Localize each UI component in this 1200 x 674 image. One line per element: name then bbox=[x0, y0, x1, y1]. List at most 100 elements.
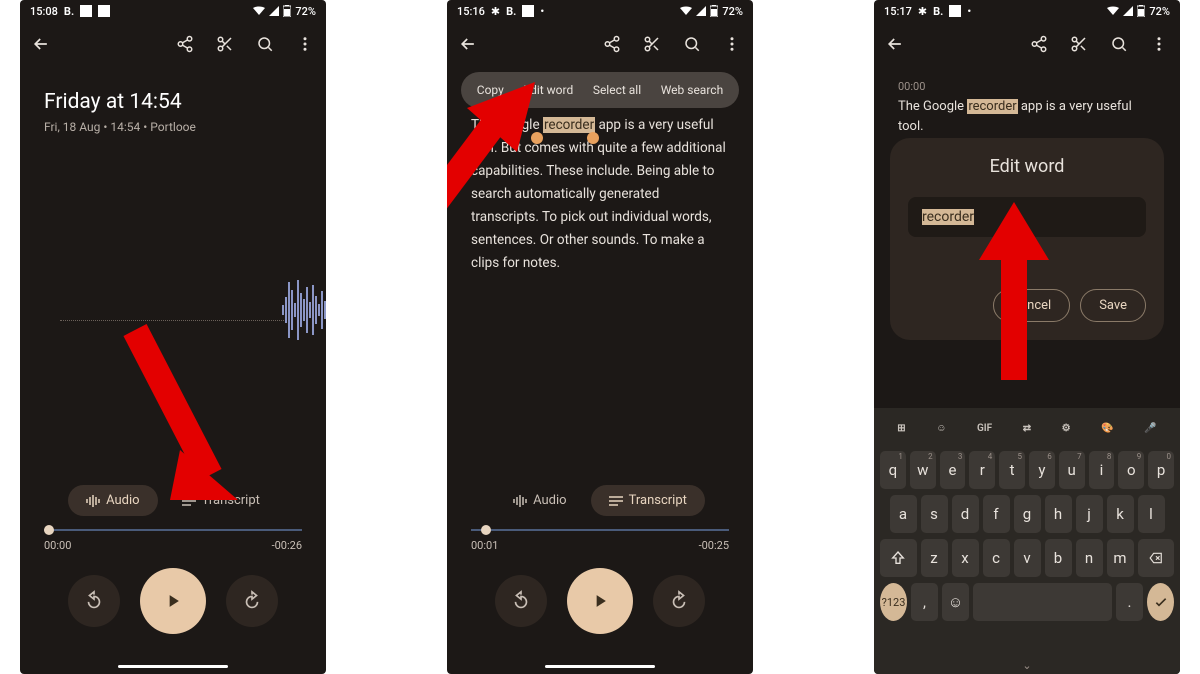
key-y[interactable]: y6 bbox=[1029, 451, 1055, 489]
more-icon[interactable] bbox=[721, 33, 743, 55]
transcript-timecode: 00:00 bbox=[874, 66, 1180, 97]
key-k[interactable]: k bbox=[1107, 495, 1134, 533]
emoji-key[interactable]: ☺ bbox=[942, 583, 969, 621]
key-c[interactable]: c bbox=[983, 539, 1010, 577]
rewind-button[interactable] bbox=[495, 575, 547, 627]
sticker-icon[interactable]: ☺ bbox=[936, 423, 946, 434]
battery-percent: 72% bbox=[722, 5, 743, 18]
progress: 00:00 -00:26 bbox=[44, 529, 302, 552]
battery-icon bbox=[283, 5, 291, 17]
symbols-key[interactable]: ?123 bbox=[880, 583, 907, 621]
context-web-search[interactable]: Web search bbox=[657, 79, 727, 101]
progress-bar[interactable] bbox=[471, 529, 729, 531]
trim-icon[interactable] bbox=[1068, 33, 1090, 55]
battery-percent: 72% bbox=[1149, 5, 1170, 18]
toolbar bbox=[447, 22, 753, 66]
time-elapsed: 00:01 bbox=[471, 539, 498, 552]
annotation-arrow bbox=[120, 320, 240, 510]
back-button[interactable] bbox=[30, 33, 52, 55]
key-h[interactable]: h bbox=[1045, 495, 1072, 533]
rewind-button[interactable] bbox=[68, 575, 120, 627]
toolbar bbox=[20, 22, 326, 66]
nav-bar[interactable] bbox=[118, 665, 228, 668]
back-button[interactable] bbox=[457, 33, 479, 55]
key-d[interactable]: d bbox=[952, 495, 979, 533]
more-icon[interactable] bbox=[294, 33, 316, 55]
selection-handle[interactable] bbox=[587, 132, 599, 144]
status-time: 15:17 bbox=[884, 5, 912, 18]
key-f[interactable]: f bbox=[983, 495, 1010, 533]
key-o[interactable]: o9 bbox=[1118, 451, 1144, 489]
key-p[interactable]: p0 bbox=[1148, 451, 1174, 489]
key-s[interactable]: s bbox=[921, 495, 948, 533]
grid-icon[interactable]: ⊞ bbox=[897, 423, 905, 434]
shift-key[interactable] bbox=[880, 539, 917, 577]
palette-icon[interactable]: 🎨 bbox=[1101, 423, 1113, 434]
transcript-text[interactable]: The Google recorder app is a very useful… bbox=[874, 97, 1180, 136]
key-b[interactable]: b bbox=[1045, 539, 1072, 577]
period-key[interactable]: . bbox=[1116, 583, 1143, 621]
key-i[interactable]: i8 bbox=[1089, 451, 1115, 489]
translate-icon[interactable]: ⇄ bbox=[1023, 423, 1031, 434]
status-app-icon: ✱ bbox=[491, 5, 500, 18]
nav-bar[interactable] bbox=[545, 665, 655, 668]
share-icon[interactable] bbox=[174, 33, 196, 55]
status-app-icon: ✱ bbox=[918, 5, 927, 18]
wifi-icon bbox=[253, 6, 265, 16]
share-icon[interactable] bbox=[1028, 33, 1050, 55]
key-m[interactable]: m bbox=[1107, 539, 1134, 577]
wifi-icon bbox=[1107, 6, 1119, 16]
keyboard-collapse-icon[interactable]: ⌄ bbox=[1022, 659, 1031, 672]
gear-icon[interactable]: ⚙ bbox=[1062, 423, 1071, 434]
comma-key[interactable]: , bbox=[911, 583, 938, 621]
key-g[interactable]: g bbox=[1014, 495, 1041, 533]
status-app-icon: B. bbox=[64, 5, 74, 18]
tab-transcript[interactable]: Transcript bbox=[591, 485, 705, 516]
key-z[interactable]: z bbox=[921, 539, 948, 577]
back-button[interactable] bbox=[884, 33, 906, 55]
key-n[interactable]: n bbox=[1076, 539, 1103, 577]
gif-icon[interactable]: GIF bbox=[977, 423, 992, 434]
key-l[interactable]: l bbox=[1138, 495, 1165, 533]
time-elapsed: 00:00 bbox=[44, 539, 71, 552]
play-button[interactable] bbox=[567, 568, 633, 634]
key-a[interactable]: a bbox=[890, 495, 917, 533]
forward-button[interactable] bbox=[226, 575, 278, 627]
context-select-all[interactable]: Select all bbox=[589, 79, 645, 101]
trim-icon[interactable] bbox=[214, 33, 236, 55]
tab-transcript-label: Transcript bbox=[629, 493, 687, 508]
search-icon[interactable] bbox=[681, 33, 703, 55]
forward-button[interactable] bbox=[653, 575, 705, 627]
key-u[interactable]: u7 bbox=[1059, 451, 1085, 489]
key-w[interactable]: w2 bbox=[910, 451, 936, 489]
save-button[interactable]: Save bbox=[1080, 289, 1146, 322]
time-remaining: -00:26 bbox=[272, 539, 302, 552]
tab-audio[interactable]: Audio bbox=[495, 485, 584, 516]
progress-bar[interactable] bbox=[44, 529, 302, 531]
more-icon[interactable] bbox=[1148, 33, 1170, 55]
selected-word[interactable]: recorder bbox=[543, 117, 595, 133]
search-icon[interactable] bbox=[1108, 33, 1130, 55]
enter-key[interactable] bbox=[1147, 583, 1174, 621]
space-key[interactable] bbox=[973, 583, 1112, 621]
toolbar bbox=[874, 22, 1180, 66]
mic-icon[interactable]: 🎤 bbox=[1144, 423, 1156, 434]
key-x[interactable]: x bbox=[952, 539, 979, 577]
play-button[interactable] bbox=[140, 568, 206, 634]
backspace-key[interactable] bbox=[1138, 539, 1175, 577]
key-t[interactable]: t5 bbox=[999, 451, 1025, 489]
selected-word: recorder bbox=[967, 99, 1017, 114]
key-j[interactable]: j bbox=[1076, 495, 1103, 533]
recording-subtitle: Fri, 18 Aug • 14:54 • Portlooe bbox=[20, 120, 326, 134]
key-e[interactable]: e3 bbox=[940, 451, 966, 489]
key-v[interactable]: v bbox=[1014, 539, 1041, 577]
battery-icon bbox=[710, 5, 718, 17]
key-q[interactable]: q1 bbox=[880, 451, 906, 489]
status-time: 15:08 bbox=[30, 5, 58, 18]
trim-icon[interactable] bbox=[641, 33, 663, 55]
screenshot-3: 15:17 ✱ B. • 72% 00:00 The Google record… bbox=[874, 0, 1180, 674]
key-r[interactable]: r4 bbox=[969, 451, 995, 489]
search-icon[interactable] bbox=[254, 33, 276, 55]
status-app-icon: B. bbox=[933, 5, 943, 18]
share-icon[interactable] bbox=[601, 33, 623, 55]
